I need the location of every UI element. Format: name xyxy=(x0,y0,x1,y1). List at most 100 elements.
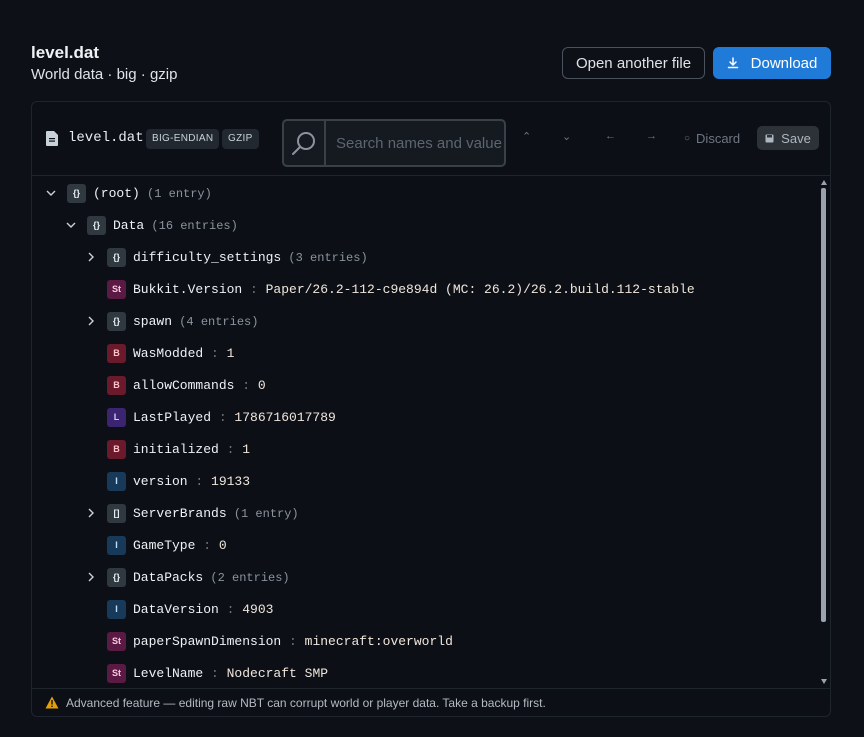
entry-name: Bukkit.Version xyxy=(133,281,243,297)
entry-name: LastPlayed xyxy=(133,409,212,425)
tree-row[interactable]: I GameType : 0 xyxy=(32,529,816,561)
tree-entry: ServerBrands (1 entry) xyxy=(133,506,299,521)
tree-entry: DataPacks (2 entries) xyxy=(133,570,290,585)
warning-text: Advanced feature — editing raw NBT can c… xyxy=(66,695,546,710)
tree-row[interactable]: {} spawn (4 entries) xyxy=(32,305,816,337)
tree-row[interactable]: {} difficulty_settings (3 entries) xyxy=(32,241,816,273)
entry-name: initialized xyxy=(133,441,219,457)
open-another-file-button[interactable]: Open another file xyxy=(562,47,705,79)
discard-label: Discard xyxy=(696,131,741,146)
save-button[interactable]: Save xyxy=(757,126,819,150)
editor-toolbar: level.dat BIG-ENDIAN GZIP ⌃ ⌄ ← → ○ Disc… xyxy=(32,102,830,176)
chevron-down-icon[interactable] xyxy=(65,219,77,231)
tree-entry: spawn (4 entries) xyxy=(133,314,258,329)
int-type-badge: I xyxy=(107,599,126,619)
compound-type-badge: {} xyxy=(87,215,106,235)
next-match-icon[interactable]: ⌄ xyxy=(562,130,571,143)
entry-value[interactable]: 0 xyxy=(258,378,266,393)
tree-row[interactable]: St LevelName : Nodecraft SMP xyxy=(32,657,816,688)
search-input[interactable] xyxy=(328,121,504,165)
warning-footer: Advanced feature — editing raw NBT can c… xyxy=(32,688,830,716)
entry-value[interactable]: Paper/26.2-112-c9e894d (MC: 26.2)/26.2.b… xyxy=(266,282,695,297)
entry-value[interactable]: 19133 xyxy=(211,474,250,489)
entry-name: WasModded xyxy=(133,345,204,361)
entry-name: difficulty_settings xyxy=(133,249,282,265)
tree-row[interactable]: Iversion : 19133 xyxy=(32,465,816,497)
entry-value[interactable]: 1786716017789 xyxy=(234,410,335,425)
tree-entry: initialized : 1 xyxy=(133,442,250,457)
value-separator: : xyxy=(234,377,258,393)
entry-count: (1 entry) xyxy=(226,506,299,521)
entry-value[interactable]: 1 xyxy=(227,346,235,361)
compression-tag: GZIP xyxy=(222,129,259,149)
int-type-badge: I xyxy=(107,471,126,491)
value-separator: : xyxy=(242,281,266,297)
tree-scrollbar[interactable] xyxy=(818,177,830,688)
tree-row[interactable]: B WasModded : 1 xyxy=(32,337,816,369)
entry-count: (4 entries) xyxy=(172,314,259,329)
tree-row[interactable]: BallowCommands : 0 xyxy=(32,369,816,401)
entry-name: LevelName xyxy=(133,665,204,681)
tree-row[interactable]: {} Data (16 entries) xyxy=(32,209,816,241)
compound-type-badge: {} xyxy=(67,183,86,203)
tree-entry: version : 19133 xyxy=(133,474,250,489)
nbt-editor-panel: level.dat BIG-ENDIAN GZIP ⌃ ⌄ ← → ○ Disc… xyxy=(31,101,831,717)
scroll-up-arrow[interactable] xyxy=(821,180,827,185)
entry-value[interactable]: 4903 xyxy=(242,602,273,617)
entry-name: allowCommands xyxy=(133,377,235,393)
scroll-down-arrow[interactable] xyxy=(821,679,827,684)
entry-name: spawn xyxy=(133,313,173,329)
undo-icon[interactable]: ← xyxy=(605,130,616,142)
value-separator: : xyxy=(211,409,235,425)
entry-count: (3 entries) xyxy=(281,250,368,265)
chevron-right-icon[interactable] xyxy=(85,571,97,583)
tree-row[interactable]: {} (root) (1 entry) xyxy=(32,177,816,209)
compound-type-badge: {} xyxy=(107,567,126,587)
page-subtitle: World data · big · gzip xyxy=(31,66,178,83)
string-type-badge: St xyxy=(107,663,126,683)
tree-row[interactable]: St Bukkit.Version : Paper/26.2-112-c9e894… xyxy=(32,273,816,305)
search-icon[interactable] xyxy=(284,121,326,165)
entry-name: DataPacks xyxy=(133,569,204,585)
entry-name: GameType xyxy=(133,537,196,553)
tree-row[interactable]: St paperSpawnDimension : minecraft:overwo… xyxy=(32,625,816,657)
warning-icon xyxy=(45,696,59,709)
tree-row[interactable]: I DataVersion : 4903 xyxy=(32,593,816,625)
long-type-badge: L xyxy=(107,407,126,427)
tree-row[interactable]: {} DataPacks (2 entries) xyxy=(32,561,816,593)
entry-name: paperSpawnDimension xyxy=(133,633,282,649)
tree-entry: difficulty_settings (3 entries) xyxy=(133,250,368,265)
string-type-badge: St xyxy=(107,631,126,651)
prev-match-icon[interactable]: ⌃ xyxy=(522,130,531,143)
entry-value[interactable]: 1 xyxy=(242,442,250,457)
entry-value[interactable]: Nodecraft SMP xyxy=(227,666,328,681)
chevron-down-icon[interactable] xyxy=(45,187,57,199)
entry-value[interactable]: 0 xyxy=(219,538,227,553)
entry-name: (root) xyxy=(93,185,140,201)
file-icon xyxy=(46,131,58,146)
byte-type-badge: B xyxy=(107,439,126,459)
scrollbar-thumb[interactable] xyxy=(821,188,826,622)
entry-value[interactable]: minecraft:overworld xyxy=(305,634,453,649)
chevron-right-icon[interactable] xyxy=(85,251,97,263)
discard-button[interactable]: ○ Discard xyxy=(684,131,740,146)
int-type-badge: I xyxy=(107,535,126,555)
entry-name: DataVersion xyxy=(133,601,219,617)
chevron-right-icon[interactable] xyxy=(85,507,97,519)
chevron-right-icon[interactable] xyxy=(85,315,97,327)
tree-row[interactable]: Binitialized : 1 xyxy=(32,433,816,465)
tree-row[interactable]: L LastPlayed : 1786716017789 xyxy=(32,401,816,433)
endian-tag: BIG-ENDIAN xyxy=(146,129,220,149)
byte-type-badge: B xyxy=(107,375,126,395)
download-button[interactable]: Download xyxy=(713,47,831,79)
page-title: level.dat xyxy=(31,43,100,62)
compound-type-badge: {} xyxy=(107,311,126,331)
save-icon xyxy=(765,134,774,142)
string-type-badge: St xyxy=(107,279,126,299)
compound-type-badge: {} xyxy=(107,247,126,267)
tree-row[interactable]: [] ServerBrands (1 entry) xyxy=(32,497,816,529)
toolbar-file-name: level.dat xyxy=(68,130,144,146)
tree-entry: DataVersion : 4903 xyxy=(133,602,273,617)
redo-icon[interactable]: → xyxy=(646,130,657,142)
download-icon xyxy=(727,57,738,69)
